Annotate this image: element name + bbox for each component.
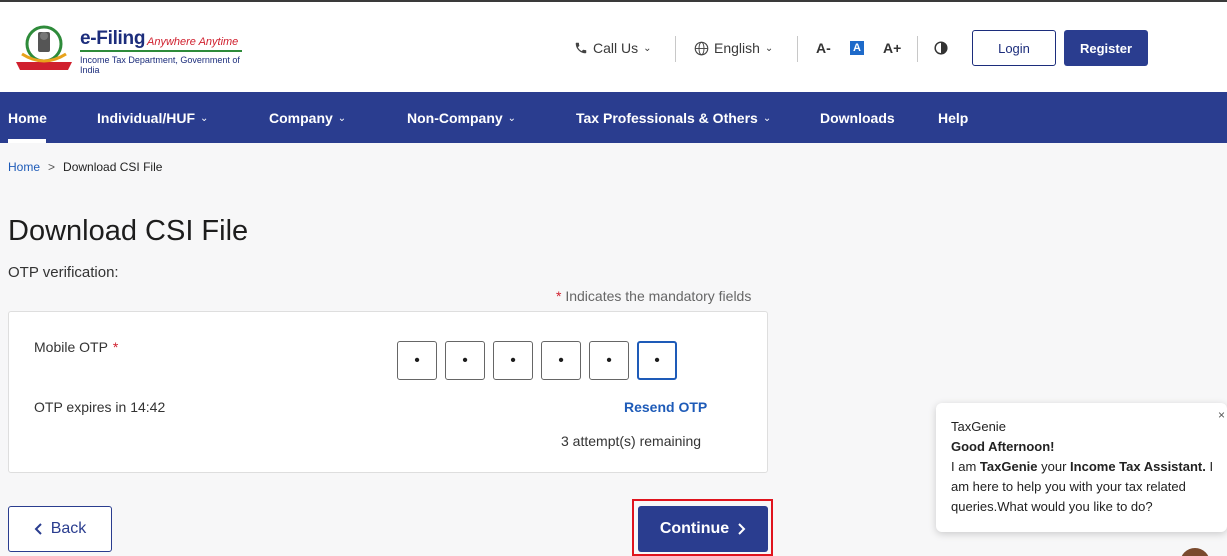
brand-tagline: Anywhere Anytime [147,36,239,48]
call-us-label: Call Us [593,40,639,56]
brand-divider [80,50,242,52]
chevron-down-icon: ⌄ [764,42,774,54]
mandatory-note-text: Indicates the mandatory fields [565,288,752,304]
emblem-icon [16,25,72,70]
nav-item-individual-huf[interactable]: Individual/HUF ⌄ [97,110,208,126]
font-increase-button[interactable]: A+ [883,40,901,56]
nav-item-downloads[interactable]: Downloads [820,110,895,126]
chat-bot-name-inline: TaxGenie [979,459,1038,474]
header-divider [675,36,676,62]
chevron-down-icon: ⌄ [507,112,517,124]
efiling-logo[interactable]: e-Filing Anywhere Anytime Income Tax Dep… [8,24,248,75]
resend-otp-link[interactable]: Resend OTP [624,399,707,415]
login-button[interactable]: Login [972,30,1056,66]
continue-button[interactable]: Continue [638,506,768,552]
nav-item-label: Tax Professionals & Others [576,110,758,126]
call-us-menu[interactable]: Call Us ⌄ [574,40,652,56]
breadcrumb-home-link[interactable]: Home [8,160,40,174]
top-header: e-Filing Anywhere Anytime Income Tax Dep… [0,0,1227,92]
required-star: * [556,288,562,304]
chevron-down-icon: ⌄ [200,112,209,124]
main-nav: Home Individual/HUF ⌄ Company ⌄ Non-Comp… [0,92,1227,143]
nav-item-label: Help [938,110,969,126]
chevron-left-icon [34,523,42,535]
breadcrumb-separator: > [48,160,56,174]
chevron-down-icon: ⌄ [762,112,772,124]
nav-item-label: Non-Company [407,110,503,126]
nav-item-help[interactable]: Help [938,110,968,126]
nav-item-label: Downloads [820,110,895,126]
header-divider [917,36,918,62]
chevron-right-icon [738,523,746,535]
register-button[interactable]: Register [1064,30,1148,66]
close-icon[interactable]: × [1218,405,1225,425]
continue-button-label: Continue [659,520,730,537]
chevron-down-icon: ⌄ [337,112,347,124]
contrast-icon[interactable] [934,41,948,55]
nav-item-label: Individual/HUF [97,110,195,126]
mobile-otp-label: Mobile OTP * [34,339,118,355]
globe-icon [694,41,709,55]
brand-subtitle: Income Tax Department, Government of Ind… [80,55,240,75]
mandatory-note: * Indicates the mandatory fields [556,288,751,304]
chat-assistant-label: Income Tax Assistant. [1070,459,1206,474]
otp-digit-input[interactable]: • [445,341,485,380]
breadcrumb: Home > Download CSI File [8,160,162,174]
nav-item-home[interactable]: Home [8,110,47,126]
chat-avatar[interactable] [1180,548,1210,556]
nav-item-tax-professionals[interactable]: Tax Professionals & Others ⌄ [576,110,771,126]
language-label: English [714,40,760,56]
otp-digit-input[interactable]: • [541,341,581,380]
nav-item-company[interactable]: Company ⌄ [269,110,346,126]
otp-card: Mobile OTP * • • • • • • OTP expires in 1… [8,311,768,473]
font-decrease-button[interactable]: A- [816,40,831,56]
nav-item-label: Home [8,110,47,126]
font-normal-button[interactable]: A [850,41,864,55]
chevron-down-icon: ⌄ [643,42,652,54]
phone-icon [575,42,587,54]
page-subtitle: OTP verification: [8,264,119,281]
taxgenie-chat-popup[interactable]: × TaxGenie Good Afternoon! I am TaxGenie… [936,403,1227,532]
required-star: * [112,339,119,355]
active-nav-indicator [8,139,46,143]
chat-bot-name: TaxGenie [951,419,1006,434]
chat-greeting: Good Afternoon! [951,439,1055,454]
otp-expiry-text: OTP expires in 14:42 [34,399,166,415]
chat-intro-prefix: I am [951,459,977,474]
back-button[interactable]: Back [8,506,112,552]
chat-message: I am TaxGenie your Income Tax Assistant.… [951,457,1221,517]
nav-item-label: Company [269,110,333,126]
language-selector[interactable]: English ⌄ [694,40,773,56]
chat-your: your [1041,459,1067,474]
breadcrumb-current: Download CSI File [63,160,163,174]
otp-digit-input[interactable]: • [589,341,629,380]
attempts-remaining-text: 3 attempt(s) remaining [561,433,702,449]
back-button-label: Back [50,520,87,537]
brand-name: e-Filing [80,28,146,49]
nav-item-non-company[interactable]: Non-Company ⌄ [407,110,516,126]
mobile-otp-label-text: Mobile OTP [34,339,108,355]
otp-digit-input[interactable]: • [637,341,677,380]
otp-digit-input[interactable]: • [397,341,437,380]
page-title: Download CSI File [8,215,249,247]
header-divider [797,36,798,62]
otp-digit-input[interactable]: • [493,341,533,380]
